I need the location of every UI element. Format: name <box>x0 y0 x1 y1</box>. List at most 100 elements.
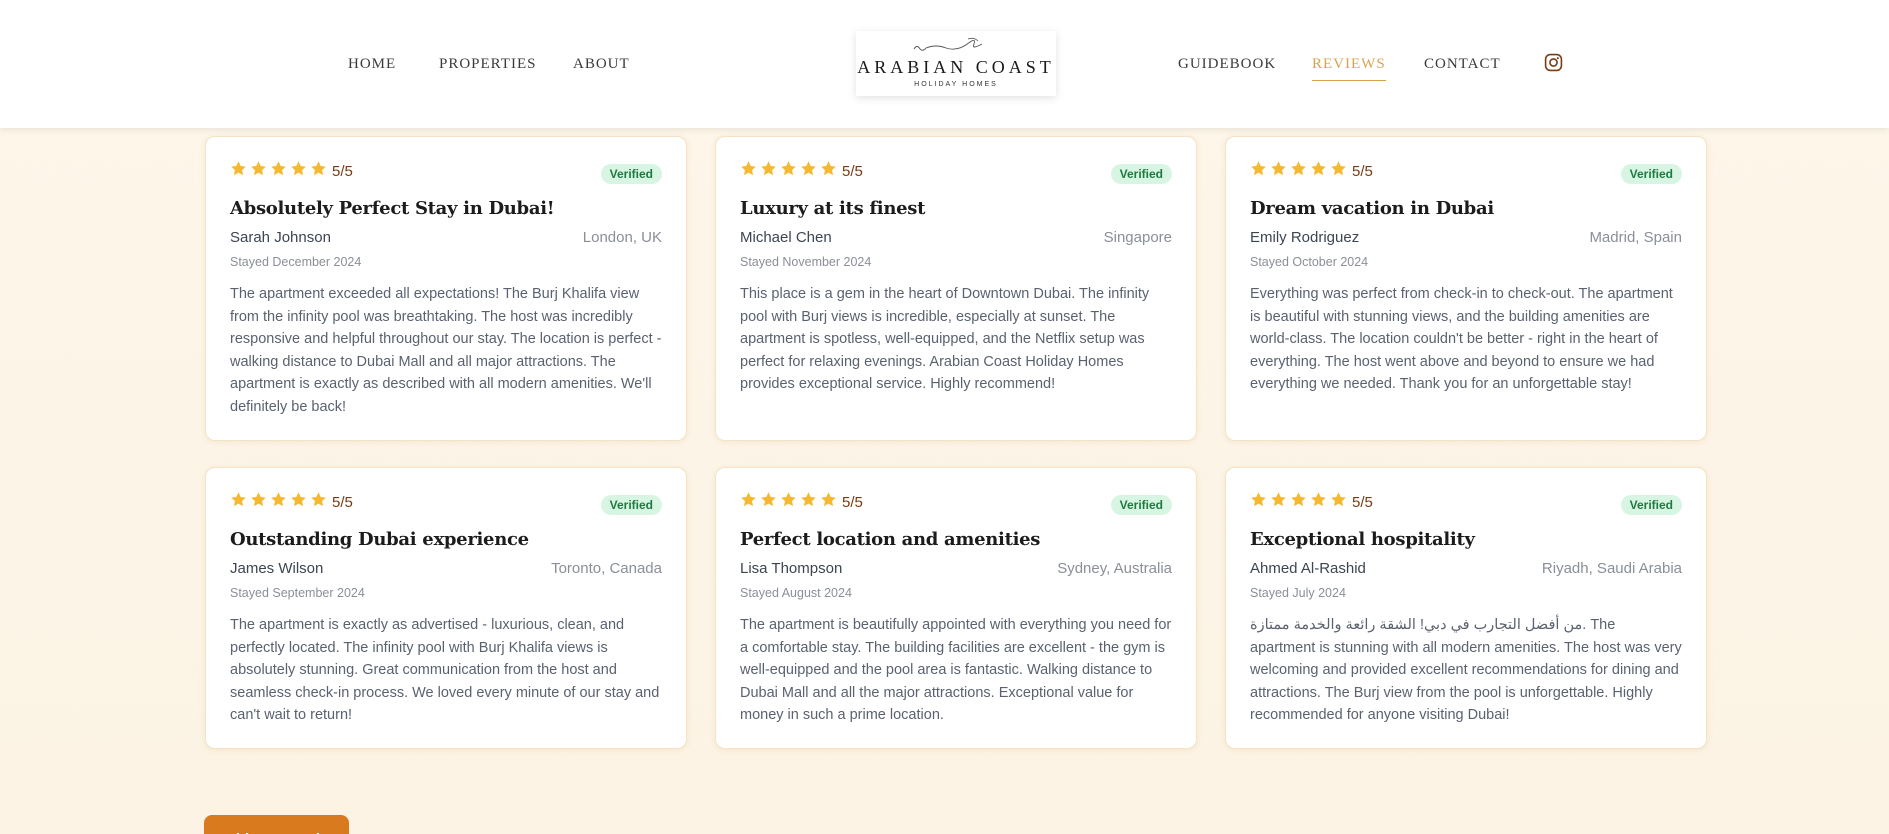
star-icon <box>1311 161 1326 176</box>
review-card: 5/5 Verified Dream vacation in Dubai Emi… <box>1225 136 1707 441</box>
star-icon <box>1251 492 1266 507</box>
star-icon <box>801 161 816 176</box>
reviewer-location: London, UK <box>582 229 662 246</box>
star-icon <box>291 161 306 176</box>
instagram-icon[interactable] <box>1544 53 1563 72</box>
star-icon <box>821 161 836 176</box>
verified-badge: Verified <box>600 164 662 184</box>
review-card: 5/5 Verified Exceptional hospitality Ahm… <box>1225 467 1707 749</box>
reviewer-name: Ahmed Al-Rashid <box>1250 560 1366 577</box>
star-icon <box>741 161 756 176</box>
star-icon <box>1271 492 1286 507</box>
stars-group <box>230 491 330 513</box>
rating-value: 5/5 <box>842 493 863 511</box>
review-title: Perfect location and amenities <box>740 529 1041 550</box>
verified-badge: Verified <box>1620 164 1682 184</box>
nav-properties[interactable]: PROPERTIES <box>439 56 536 73</box>
stars-group <box>740 160 840 182</box>
add-review-button[interactable]: Add New Review <box>204 815 349 834</box>
review-title: Luxury at its finest <box>740 198 926 219</box>
site-header: HOME PROPERTIES ABOUT ARABIAN COAST HOLI… <box>0 0 1889 128</box>
star-icon <box>271 492 286 507</box>
star-rating: 5/5 <box>230 492 662 512</box>
reviewer-name: Sarah Johnson <box>230 229 331 246</box>
review-text: The apartment exceeded all expectations!… <box>230 286 662 415</box>
logo-subtitle: HOLIDAY HOMES <box>914 81 998 88</box>
reviewer-location: Sydney, Australia <box>1057 560 1172 577</box>
star-icon <box>741 492 756 507</box>
nav-about[interactable]: ABOUT <box>573 56 630 73</box>
star-rating: 5/5 <box>230 161 662 181</box>
star-icon <box>231 161 246 176</box>
star-icon <box>251 492 266 507</box>
nav-home[interactable]: HOME <box>348 56 396 73</box>
star-icon <box>231 492 246 507</box>
stars-group <box>1250 160 1350 182</box>
logo-title: ARABIAN COAST <box>857 57 1055 77</box>
star-rating: 5/5 <box>1250 161 1682 181</box>
star-icon <box>291 492 306 507</box>
reviewer-location: Toronto, Canada <box>551 560 662 577</box>
nav-reviews[interactable]: REVIEWS <box>1312 56 1386 81</box>
review-title: Dream vacation in Dubai <box>1250 198 1494 219</box>
review-text: Everything was perfect from check-in to … <box>1250 286 1673 393</box>
verified-badge: Verified <box>1110 495 1172 515</box>
reviewer-name: Lisa Thompson <box>740 560 843 577</box>
rating-value: 5/5 <box>842 162 863 180</box>
site-logo[interactable]: ARABIAN COAST HOLIDAY HOMES <box>856 31 1056 96</box>
reviewer-name: Emily Rodriguez <box>1250 229 1360 246</box>
star-icon <box>761 161 776 176</box>
reviewer-location: Madrid, Spain <box>1589 229 1682 246</box>
star-icon <box>1251 161 1266 176</box>
reviewer-location: Riyadh, Saudi Arabia <box>1541 560 1682 577</box>
star-icon <box>821 492 836 507</box>
star-icon <box>251 161 266 176</box>
stay-date: Stayed August 2024 <box>740 586 852 600</box>
star-icon <box>781 161 796 176</box>
review-title: Exceptional hospitality <box>1250 529 1475 550</box>
logo-script-icon <box>913 37 983 51</box>
rating-value: 5/5 <box>1352 493 1373 511</box>
stay-date: Stayed November 2024 <box>740 255 872 269</box>
stars-group <box>740 491 840 513</box>
reviewer-name: Michael Chen <box>740 229 832 246</box>
stars-group <box>1250 491 1350 513</box>
star-rating: 5/5 <box>740 492 1172 512</box>
verified-badge: Verified <box>1620 495 1682 515</box>
star-icon <box>781 492 796 507</box>
reviewer-name: James Wilson <box>230 560 324 577</box>
nav-contact[interactable]: CONTACT <box>1424 56 1501 73</box>
verified-badge: Verified <box>600 495 662 515</box>
review-card: 5/5 Verified Perfect location and amenit… <box>715 467 1197 749</box>
rating-value: 5/5 <box>1352 162 1373 180</box>
review-card: 5/5 Verified Outstanding Dubai experienc… <box>205 467 687 749</box>
rating-value: 5/5 <box>332 162 353 180</box>
review-text: The apartment is beautifully appointed w… <box>740 617 1172 724</box>
stay-date: Stayed July 2024 <box>1250 586 1346 600</box>
stay-date: Stayed December 2024 <box>230 255 362 269</box>
rating-value: 5/5 <box>332 493 353 511</box>
star-icon <box>271 161 286 176</box>
review-title: Outstanding Dubai experience <box>230 529 529 550</box>
star-rating: 5/5 <box>1250 492 1682 512</box>
star-icon <box>1311 492 1326 507</box>
review-text: من أفضل التجارب في دبي! الشقة رائعة والخ… <box>1250 617 1682 724</box>
star-icon <box>1291 492 1306 507</box>
review-card: 5/5 Verified Absolutely Perfect Stay in … <box>205 136 687 441</box>
star-icon <box>1291 161 1306 176</box>
star-icon <box>1331 161 1346 176</box>
star-icon <box>1331 492 1346 507</box>
review-card: 5/5 Verified Luxury at its finest Michae… <box>715 136 1197 441</box>
star-icon <box>1271 161 1286 176</box>
review-title: Absolutely Perfect Stay in Dubai! <box>230 198 555 219</box>
reviewer-location: Singapore <box>1103 229 1172 246</box>
nav-guidebook[interactable]: GUIDEBOOK <box>1178 56 1276 73</box>
stars-group <box>230 160 330 182</box>
review-text: The apartment is exactly as advertised -… <box>230 617 660 724</box>
star-rating: 5/5 <box>740 161 1172 181</box>
star-icon <box>311 492 326 507</box>
star-icon <box>761 492 776 507</box>
star-icon <box>801 492 816 507</box>
verified-badge: Verified <box>1110 164 1172 184</box>
star-icon <box>311 161 326 176</box>
